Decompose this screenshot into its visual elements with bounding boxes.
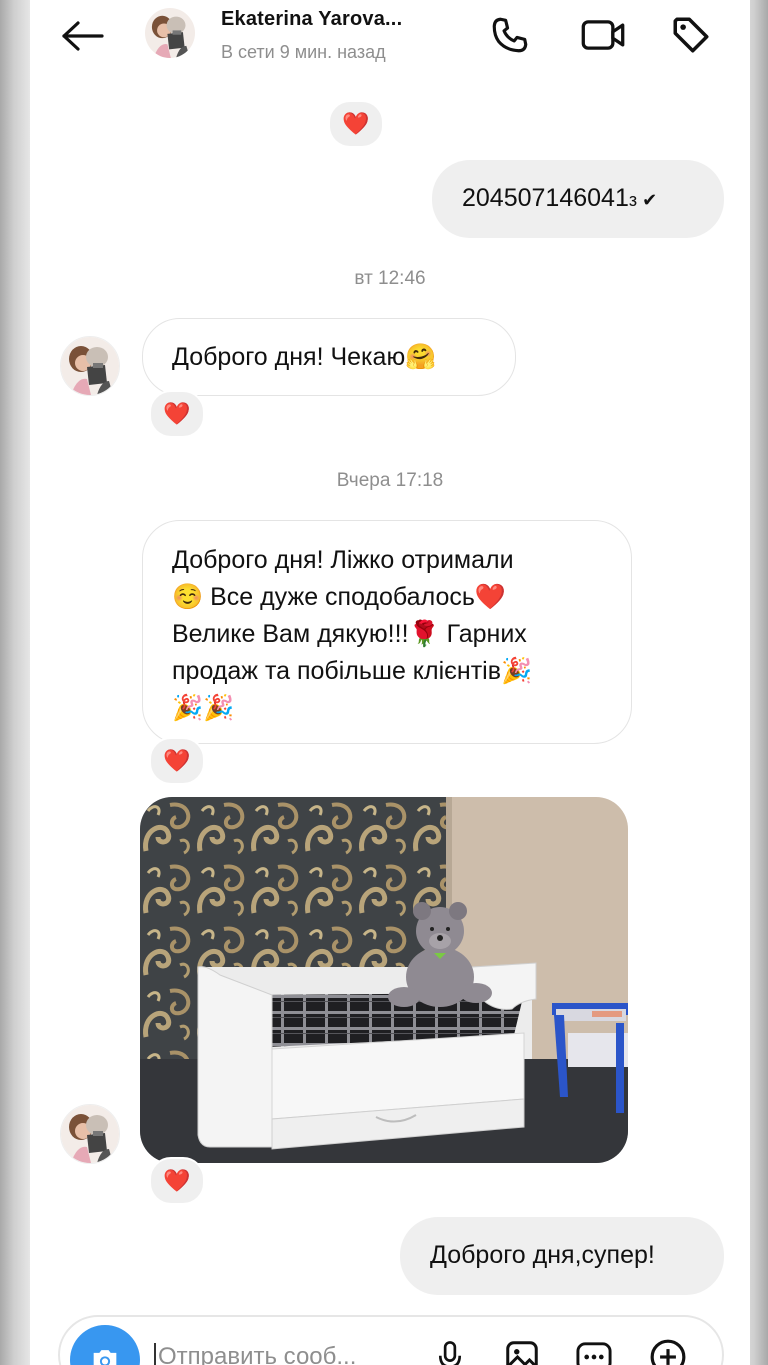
- message-line: ☺️ Все дуже сподобалось❤️: [172, 583, 506, 611]
- contact-name[interactable]: Ekaterina Yarova...: [221, 8, 441, 31]
- reaction-badge[interactable]: ❤️: [149, 1157, 205, 1205]
- avatar-image: [145, 8, 195, 58]
- phone-icon: [492, 17, 528, 53]
- message-line: Доброго дня! Ліжко отримали: [172, 546, 514, 574]
- contact-avatar[interactable]: [145, 8, 195, 58]
- plus-button[interactable]: [646, 1335, 690, 1365]
- reaction-badge[interactable]: ❤️: [149, 390, 205, 438]
- video-call-button[interactable]: [580, 12, 626, 58]
- incoming-message[interactable]: Доброго дня! Чекаю🤗: [142, 318, 516, 396]
- chat-screen: ❤️ 204507146041з ✔ вт 12:46 Доброго дня!…: [30, 0, 750, 1365]
- timestamp: Вчера 17:18: [336, 470, 444, 491]
- reaction-badge[interactable]: ❤️: [328, 100, 384, 148]
- heart-icon: ❤️: [342, 111, 370, 136]
- sticker-button[interactable]: [572, 1335, 616, 1365]
- gallery-button[interactable]: [500, 1335, 544, 1365]
- contact-status: В сети 9 мин. назад: [221, 42, 386, 62]
- camera-button[interactable]: [70, 1325, 140, 1365]
- image-icon: [506, 1341, 538, 1365]
- message-text: Доброго дня! Чекаю: [172, 343, 406, 371]
- avatar[interactable]: [60, 1104, 120, 1164]
- avatar-image: [61, 1105, 119, 1163]
- photo-message[interactable]: [140, 797, 628, 1163]
- tag-icon: [673, 17, 709, 53]
- reaction-badge[interactable]: ❤️: [149, 737, 205, 785]
- message-text-suffix: з ✔: [628, 190, 658, 210]
- message-input[interactable]: [154, 1343, 398, 1365]
- message-line: 🎉🎉: [172, 694, 235, 722]
- timestamp: вт 12:46: [354, 268, 426, 289]
- heart-icon: ❤️: [163, 748, 191, 773]
- heart-icon: ❤️: [163, 1168, 191, 1193]
- message-line: Велике Вам дякую!!!🌹 Гарних: [172, 620, 527, 648]
- microphone-button[interactable]: [428, 1335, 472, 1365]
- heart-icon: ❤️: [163, 401, 191, 426]
- back-button[interactable]: [58, 14, 106, 58]
- outgoing-message[interactable]: 204507146041з ✔: [432, 160, 724, 238]
- incoming-message[interactable]: Доброго дня! Ліжко отримали ☺️ Все дуже …: [142, 520, 632, 744]
- plus-circle-icon: [650, 1339, 686, 1365]
- message-text: Доброго дня,супер!: [430, 1241, 655, 1269]
- avatar-image: [61, 337, 119, 395]
- camera-icon: [93, 1350, 117, 1365]
- call-button[interactable]: [487, 12, 533, 58]
- sticker-icon: [576, 1342, 612, 1365]
- outgoing-message[interactable]: Доброго дня,супер!: [400, 1217, 724, 1295]
- avatar[interactable]: [60, 336, 120, 396]
- message-text: 204507146041: [462, 184, 629, 212]
- arrow-left-icon: [62, 21, 104, 51]
- chat-header: Ekaterina Yarova... В сети 9 мин. назад: [30, 0, 750, 78]
- microphone-icon: [438, 1341, 462, 1365]
- bed-photo: [140, 797, 628, 1163]
- tag-button[interactable]: [668, 12, 714, 58]
- hugging-face-emoji: 🤗: [405, 343, 437, 371]
- video-camera-icon: [581, 20, 625, 50]
- message-composer: [58, 1315, 724, 1365]
- message-line: продаж та побільше клієнтів🎉: [172, 657, 533, 685]
